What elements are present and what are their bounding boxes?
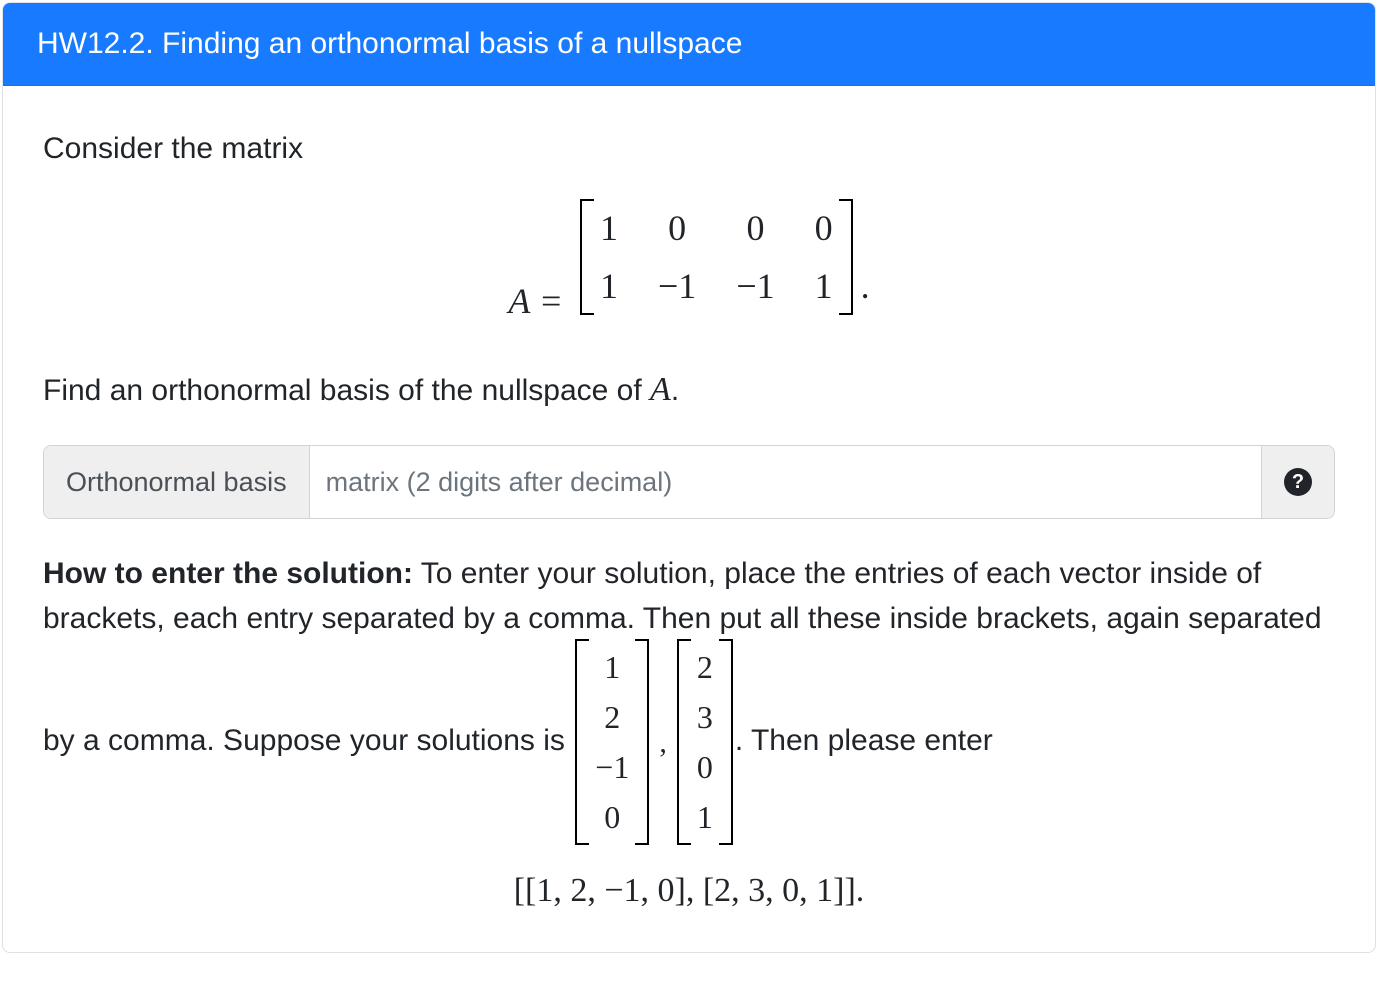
question-card: HW12.2. Finding an orthonormal basis of … <box>2 2 1376 953</box>
matrix-display: A = 1 0 0 0 1 −1 −1 1 . <box>43 201 1335 328</box>
answer-input-group: Orthonormal basis ? <box>43 445 1335 519</box>
vec-cell: 2 <box>697 643 713 691</box>
matrix-cell: 0 <box>668 201 686 255</box>
find-period: . <box>671 374 679 407</box>
example-vectors: 1 2 −1 0 , 2 3 0 1 <box>573 641 735 843</box>
instructions-block: How to enter the solution: To enter your… <box>43 551 1335 843</box>
example-vector-1: 1 2 −1 0 <box>575 641 649 843</box>
find-text: Find an orthonormal basis of the nullspa… <box>43 374 650 407</box>
matrix-label: A = <box>508 281 563 321</box>
help-button[interactable]: ? <box>1261 446 1334 518</box>
matrix-cell: 1 <box>600 201 618 255</box>
card-body: Consider the matrix A = 1 0 0 0 1 −1 −1 … <box>3 86 1375 952</box>
right-bracket-icon <box>639 641 649 843</box>
vec-cell: 3 <box>697 693 713 741</box>
matrix-A: 1 0 0 0 1 −1 −1 1 . <box>580 201 870 313</box>
vec-cell: 1 <box>604 643 620 691</box>
matrix-brackets: 1 0 0 0 1 −1 −1 1 <box>580 201 853 313</box>
vector-separator: , <box>659 720 667 765</box>
answer-input[interactable] <box>310 446 1261 518</box>
right-bracket-icon <box>723 641 733 843</box>
intro-text: Consider the matrix <box>43 126 1335 171</box>
matrix-cell: −1 <box>658 259 696 313</box>
matrix-cell: 0 <box>746 201 764 255</box>
matrix-cell: 0 <box>815 201 833 255</box>
input-label: Orthonormal basis <box>44 446 310 518</box>
card-header: HW12.2. Finding an orthonormal basis of … <box>3 3 1375 86</box>
matrix-period: . <box>861 259 870 313</box>
vec-cell: 1 <box>697 793 713 841</box>
vec-cell: 0 <box>697 743 713 791</box>
variable-A: A <box>650 371 671 408</box>
matrix-cell: 1 <box>600 259 618 313</box>
vec-cell: 2 <box>604 693 620 741</box>
left-bracket-icon <box>575 641 585 843</box>
final-expression: [[1, 2, −1, 0], [2, 3, 0, 1]]. <box>43 865 1335 916</box>
matrix-cells: 1 0 0 0 1 −1 −1 1 <box>590 201 843 313</box>
vector-cells: 2 3 0 1 <box>687 641 723 843</box>
find-instruction: Find an orthonormal basis of the nullspa… <box>43 364 1335 415</box>
vector-cells: 1 2 −1 0 <box>585 641 639 843</box>
example-vector-2: 2 3 0 1 <box>677 641 733 843</box>
right-bracket-icon <box>843 201 853 313</box>
vec-cell: −1 <box>595 743 629 791</box>
left-bracket-icon <box>580 201 590 313</box>
matrix-cell: 1 <box>815 259 833 313</box>
instructions-text-2: . Then please enter <box>735 724 993 757</box>
matrix-cell: −1 <box>736 259 774 313</box>
instructions-heading: How to enter the solution: <box>43 557 413 590</box>
question-title: HW12.2. Finding an orthonormal basis of … <box>37 27 742 60</box>
vec-cell: 0 <box>604 793 620 841</box>
help-icon: ? <box>1284 468 1312 496</box>
left-bracket-icon <box>677 641 687 843</box>
